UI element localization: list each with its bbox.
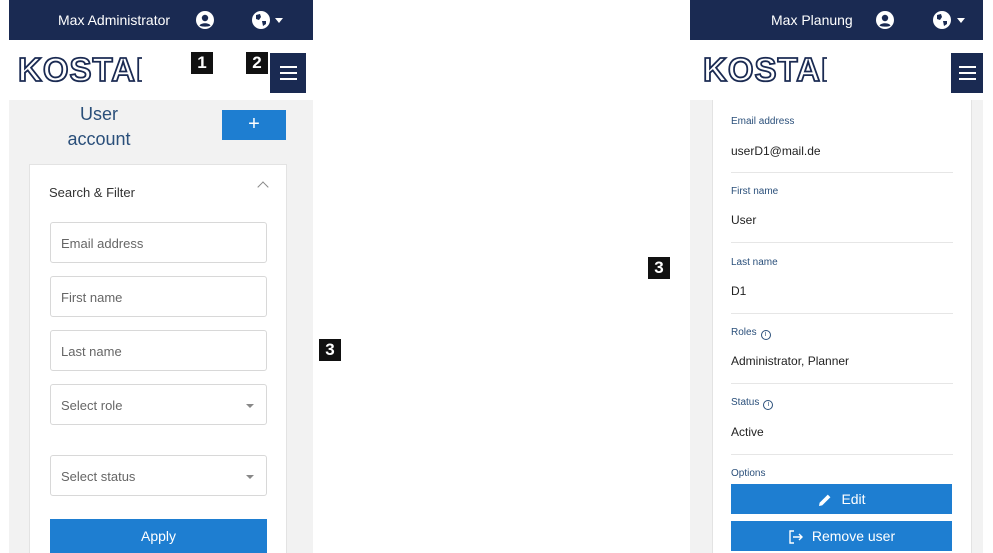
menu-icon bbox=[280, 66, 297, 68]
globe-icon[interactable] bbox=[932, 10, 952, 30]
role-select[interactable]: Select role bbox=[50, 384, 267, 425]
chevron-up-icon[interactable] bbox=[257, 181, 269, 193]
search-filter-title[interactable]: Search & Filter bbox=[49, 185, 135, 200]
add-user-button[interactable]: + bbox=[222, 110, 286, 140]
info-icon[interactable]: i bbox=[760, 330, 771, 340]
divider bbox=[731, 313, 953, 314]
menu-button[interactable] bbox=[951, 53, 983, 93]
current-user-name: Max Planung bbox=[771, 12, 853, 28]
language-dropdown-caret[interactable] bbox=[275, 18, 283, 23]
info-icon[interactable]: i bbox=[763, 400, 774, 410]
email-value: userD1@mail.de bbox=[731, 144, 821, 158]
logo-text: KOSTAL bbox=[18, 52, 142, 88]
last-name-label: Last name bbox=[731, 257, 778, 268]
page-title: User account bbox=[67, 104, 131, 149]
chevron-down-icon bbox=[246, 404, 254, 408]
divider bbox=[731, 242, 953, 243]
callout-1: 1 bbox=[191, 52, 213, 74]
account-circle-icon[interactable] bbox=[875, 10, 895, 30]
logo-bar: KOSTAL bbox=[690, 40, 983, 100]
status-select[interactable]: Select status bbox=[50, 455, 267, 496]
user-detail-card: Email address userD1@mail.de First name … bbox=[712, 100, 972, 553]
status-value: Active bbox=[731, 425, 764, 439]
options-label: Options bbox=[731, 468, 766, 479]
kostal-logo: KOSTAL bbox=[18, 52, 142, 88]
pencil-icon bbox=[819, 494, 831, 507]
divider bbox=[731, 454, 953, 455]
logo-text: KOSTAL bbox=[703, 52, 827, 88]
language-dropdown-caret[interactable] bbox=[957, 18, 965, 23]
current-user-name: Max Administrator bbox=[58, 12, 171, 28]
roles-value: Administrator, Planner bbox=[731, 354, 850, 368]
user-account-screen: Max Administrator KOSTAL User account + … bbox=[9, 0, 313, 553]
divider bbox=[731, 383, 953, 384]
globe-icon[interactable] bbox=[251, 10, 271, 30]
email-field[interactable]: Email address bbox=[50, 222, 267, 263]
divider bbox=[731, 172, 953, 173]
user-detail-panel: Email address userD1@mail.de First name … bbox=[690, 100, 983, 553]
menu-button[interactable] bbox=[270, 53, 306, 93]
top-bar: Max Planung bbox=[690, 0, 983, 40]
search-filter-card: Search & Filter Email address First name… bbox=[29, 164, 287, 553]
roles-label: Roles bbox=[731, 327, 757, 338]
kostal-logo: KOSTAL bbox=[703, 52, 827, 88]
callout-3-left: 3 bbox=[319, 339, 341, 361]
callout-3-right: 3 bbox=[648, 257, 670, 279]
last-name-value: D1 bbox=[731, 284, 747, 298]
email-label: Email address bbox=[731, 116, 795, 127]
chevron-down-icon bbox=[246, 475, 254, 479]
logout-icon bbox=[789, 530, 803, 544]
status-label: Status bbox=[731, 397, 760, 408]
top-bar: Max Administrator bbox=[9, 0, 313, 40]
apply-button[interactable]: Apply bbox=[50, 519, 267, 553]
status-label-row: Status i bbox=[731, 397, 774, 410]
first-name-value: User bbox=[731, 213, 757, 227]
callout-2: 2 bbox=[246, 52, 268, 74]
remove-user-button[interactable]: Remove user bbox=[731, 521, 952, 551]
page-content: User account + Search & Filter Email add… bbox=[9, 100, 313, 553]
edit-button[interactable]: Edit bbox=[731, 484, 952, 514]
first-name-field[interactable]: First name bbox=[50, 276, 267, 317]
last-name-field[interactable]: Last name bbox=[50, 330, 267, 371]
menu-icon bbox=[959, 66, 976, 68]
first-name-label: First name bbox=[731, 186, 779, 197]
user-detail-screen: Max Planung KOSTAL Email address userD1@… bbox=[690, 0, 983, 553]
roles-label-row: Roles i bbox=[731, 327, 771, 340]
account-circle-icon[interactable] bbox=[195, 10, 215, 30]
